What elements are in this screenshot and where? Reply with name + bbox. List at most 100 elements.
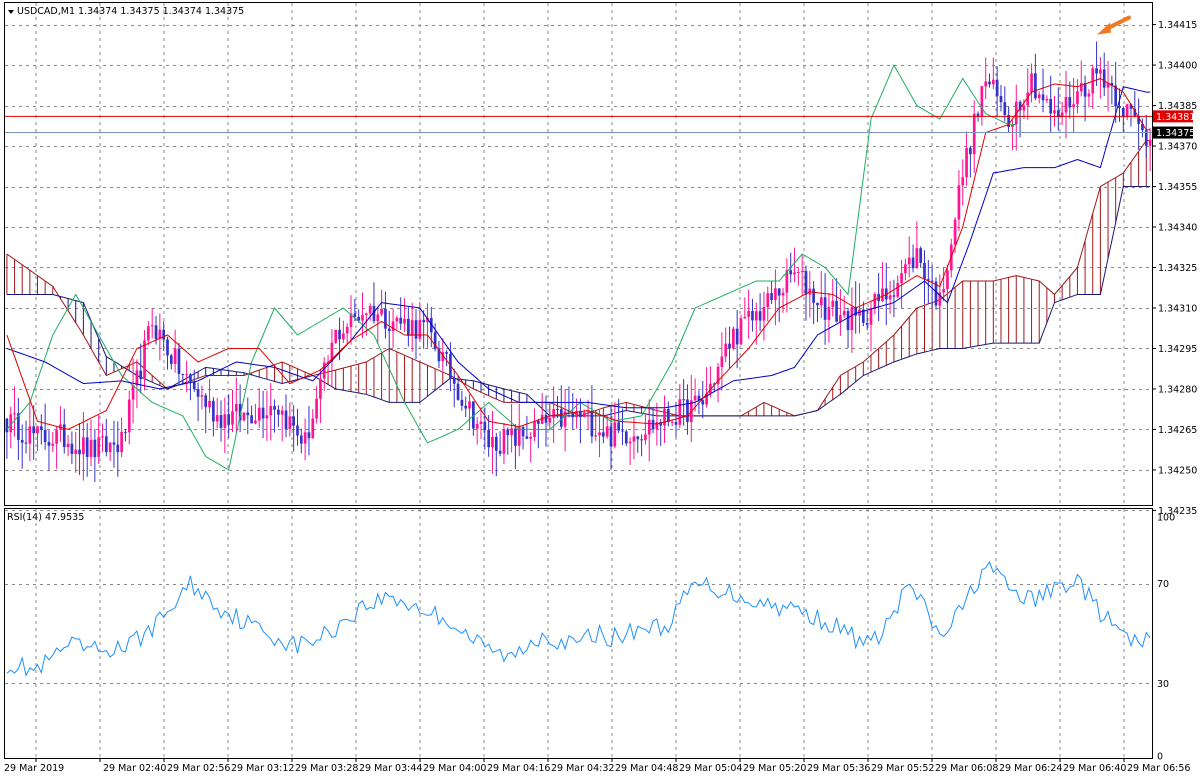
candle-bull	[376, 314, 380, 322]
candle-bull	[28, 426, 32, 444]
candle-bull	[724, 343, 728, 357]
rsi-header: RSI(14) 47.9535	[7, 512, 84, 523]
candle-bull	[13, 413, 16, 415]
candle-bull	[598, 432, 601, 436]
candle-bear	[770, 293, 773, 301]
candle-bear	[299, 435, 303, 444]
candle-bear	[1121, 108, 1125, 117]
candle-bull	[907, 257, 911, 265]
candle-bull	[150, 325, 154, 327]
candle-bull	[582, 412, 586, 418]
candle-bear	[609, 426, 613, 447]
candle-bear	[1034, 73, 1037, 99]
candle-bull	[793, 272, 796, 275]
rsi-tick-label: 100	[1157, 513, 1175, 524]
candle-bear	[169, 355, 173, 364]
candle-bull	[345, 326, 349, 334]
candle-bull	[946, 270, 949, 290]
candle-bear	[464, 405, 468, 409]
candle-bear	[923, 262, 926, 280]
candle-bear	[617, 422, 620, 431]
candle-bear	[735, 328, 739, 345]
candle-bull	[257, 407, 261, 421]
candle-bear	[85, 437, 89, 457]
candle-bear	[166, 339, 169, 356]
candle-bear	[483, 421, 487, 431]
candle-bear	[181, 373, 185, 375]
candle-bull	[74, 449, 78, 454]
candle-bull	[655, 422, 659, 430]
candle-bull	[265, 415, 269, 419]
candle-bull	[605, 426, 609, 437]
time-tick-label: 29 Mar 05:04	[679, 763, 742, 774]
candle-bear	[353, 313, 357, 317]
candle-bear	[196, 388, 200, 397]
candle-bull	[410, 320, 414, 336]
candle-bear	[521, 427, 525, 437]
candle-bull	[215, 415, 219, 422]
candle-bear	[1041, 94, 1045, 101]
candle-bear	[47, 442, 51, 446]
time-tick-label: 29 Mar 04:48	[615, 763, 678, 774]
candle-bull	[747, 310, 750, 317]
candle-bull	[97, 437, 101, 458]
candle-bull	[961, 177, 965, 186]
candle-bear	[1003, 102, 1007, 116]
candle-bull	[55, 429, 58, 444]
candle-bear	[804, 271, 808, 295]
candle-bear	[387, 328, 391, 332]
candle-bull	[743, 316, 747, 319]
candle-bear	[823, 297, 827, 320]
candle-bull	[984, 81, 988, 87]
candle-bull	[888, 295, 892, 300]
time-tick-label: 29 Mar 04:00	[423, 763, 486, 774]
price-tick-label: 1.34415	[1158, 20, 1197, 31]
candle-bear	[445, 352, 448, 354]
candle-bear	[556, 409, 559, 411]
candle-bull	[678, 399, 682, 425]
candle-bear	[162, 329, 166, 340]
candle-bear	[789, 270, 793, 275]
candle-bear	[93, 439, 97, 458]
candle-bull	[766, 293, 770, 308]
candle-bull	[510, 428, 513, 436]
candle-bull	[200, 395, 204, 397]
trading-chart[interactable]: 1.344151.344001.343851.343701.343551.343…	[0, 0, 1200, 784]
candle-bull	[51, 443, 55, 446]
price-tick-label: 1.34340	[1158, 223, 1197, 234]
candle-bull	[101, 436, 104, 438]
candle-bear	[154, 325, 158, 339]
price-tick-label: 1.34250	[1158, 465, 1197, 476]
candle-bear	[590, 411, 594, 437]
candle-bear	[911, 257, 915, 269]
candle-bull	[781, 292, 785, 296]
candle-bear	[24, 442, 28, 444]
candle-bear	[273, 405, 276, 410]
candle-bull	[502, 429, 506, 454]
candle-bull	[1053, 110, 1056, 114]
candle-bull	[774, 288, 777, 301]
candle-bull	[185, 374, 188, 376]
time-tick-label: 29 Mar 02:56	[167, 763, 230, 774]
candle-bear	[1068, 97, 1072, 108]
candle-bull	[797, 271, 800, 273]
candle-bull	[468, 401, 471, 409]
candle-bull	[693, 395, 697, 401]
candle-bull	[831, 300, 835, 307]
candle-bear	[192, 381, 196, 389]
candle-bear	[682, 399, 685, 401]
candle-bull	[881, 288, 884, 302]
candle-bull	[319, 378, 322, 399]
candle-bull	[586, 411, 590, 413]
candle-bull	[670, 421, 674, 423]
candle-bear	[407, 318, 410, 336]
candle-bull	[108, 442, 112, 453]
candle-bull	[904, 264, 907, 274]
candle-bear	[1049, 99, 1053, 114]
candle-bull	[173, 348, 177, 364]
candle-bull	[1079, 83, 1083, 92]
candle-bear	[116, 444, 120, 453]
candle-bull	[364, 313, 368, 316]
candle-bull	[147, 326, 150, 341]
rsi-tick-label: 70	[1157, 579, 1169, 590]
